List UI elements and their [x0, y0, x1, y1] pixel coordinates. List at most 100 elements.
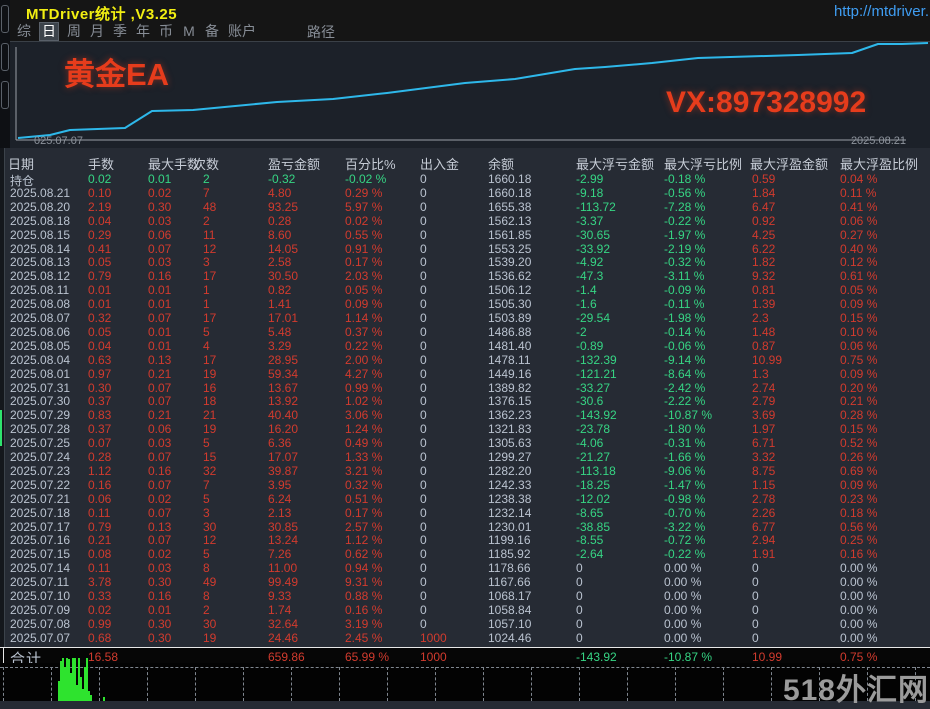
table-row[interactable]: 2025.07.23 1.12 0.16 32 39.87 3.21 % 0 1282.20 -… [0, 464, 930, 478]
menu-item-月[interactable]: 月 [90, 23, 104, 40]
table-cell: 0.16 [88, 477, 112, 492]
table-cell: 1.97 [752, 422, 776, 437]
table-cell: 30 [203, 519, 217, 534]
dock-handle-icon[interactable] [1, 81, 9, 109]
table-cell: 93.25 [268, 199, 299, 214]
table-cell: 0 [420, 394, 427, 409]
menu-item-备[interactable]: 备 [205, 23, 219, 40]
table-cell: 2 [203, 602, 210, 617]
table-cell: 2025.07.07 [10, 630, 71, 645]
table-row[interactable]: 2025.08.20 2.19 0.30 48 93.25 5.97 % 0 1655.38 -… [0, 200, 930, 214]
table-cell: 0.28 [268, 213, 292, 228]
table-row[interactable]: 2025.07.22 0.16 0.07 7 3.95 0.32 % 0 1242.33 -18… [0, 478, 930, 492]
table-cell: 15 [203, 450, 217, 464]
menu-item-M[interactable]: M [182, 23, 196, 40]
table-row[interactable]: 2025.07.10 0.33 0.16 8 9.33 0.88 % 0 1068.17 0 0.… [0, 589, 930, 603]
table-cell: 0.15 % [840, 311, 878, 325]
table-cell: -0.56 % [664, 185, 706, 200]
table-row[interactable]: 2025.08.12 0.79 0.16 17 30.50 2.03 % 0 1536.62 -… [0, 269, 930, 283]
table-cell: 0.03 [148, 213, 172, 228]
table-cell: 1660.18 [488, 172, 532, 186]
table-row[interactable]: 2025.08.15 0.29 0.06 11 8.60 0.55 % 0 1561.85 -3… [0, 228, 930, 242]
table-row[interactable]: 2025.07.08 0.99 0.30 30 32.64 3.19 % 0 1057.10 0… [0, 617, 930, 631]
table-cell: 0.06 [148, 227, 172, 242]
left-dock-strip [0, 0, 10, 148]
menu-item-年[interactable]: 年 [136, 23, 150, 40]
table-row[interactable]: 2025.07.14 0.11 0.03 8 11.00 0.94 % 0 1178.66 0 0… [0, 561, 930, 575]
table-row[interactable]: 2025.08.13 0.05 0.03 3 2.58 0.17 % 0 1539.20 -4.… [0, 255, 930, 269]
table-cell: 0 [420, 547, 427, 562]
table-cell: 0 [752, 616, 759, 631]
menu-item-综[interactable]: 综 [17, 23, 31, 40]
table-row[interactable]: 2025.08.18 0.04 0.03 2 0.28 0.02 % 0 1562.13 -3.… [0, 214, 930, 228]
table-cell: 24.46 [268, 630, 299, 645]
table-cell: 2025.07.24 [10, 450, 71, 464]
table-cell: 2025.08.13 [10, 255, 71, 270]
table-cell: 0.75 % [840, 352, 878, 367]
table-cell: -7.28 % [664, 199, 706, 214]
menu-item-币[interactable]: 币 [159, 23, 173, 40]
menu-item-账户[interactable]: 账户 [228, 23, 256, 40]
table-row[interactable]: 2025.08.05 0.04 0.01 4 3.29 0.22 % 0 1481.40 -0.… [0, 339, 930, 353]
table-cell: 0.99 [88, 616, 112, 631]
table-row[interactable]: 2025.08.06 0.05 0.01 5 5.48 0.37 % 0 1486.88 -2 -… [0, 325, 930, 339]
table-cell: 0.28 % [840, 408, 878, 423]
menu-item-季[interactable]: 季 [113, 23, 127, 40]
table-row[interactable]: 持仓 0.02 0.01 2 -0.32 -0.02 % 0 1660.18 -2.99 -0.1… [0, 172, 930, 188]
table-row[interactable]: 2025.07.17 0.79 0.13 30 30.85 2.57 % 0 1230.01 -… [0, 520, 930, 534]
menu-item-日[interactable]: 日 [39, 22, 59, 41]
table-cell: 0.21 [148, 408, 172, 423]
table-cell: 13.92 [268, 394, 299, 409]
table-cell: 0.11 [88, 505, 111, 520]
table-row[interactable]: 2025.07.15 0.08 0.02 5 7.26 0.62 % 0 1185.92 -2.… [0, 547, 930, 561]
table-row[interactable]: 2025.07.31 0.30 0.07 16 13.67 0.99 % 0 1389.82 -… [0, 381, 930, 395]
table-cell: 0 [420, 602, 427, 617]
table-cell: 1.91 [752, 547, 776, 562]
table-cell: 9.31 % [345, 575, 383, 590]
table-cell: 2025.08.05 [10, 338, 71, 353]
table-cell: 0.05 % [345, 283, 383, 298]
table-row[interactable]: 2025.07.16 0.21 0.07 12 13.24 1.12 % 0 1199.16 -… [0, 533, 930, 547]
table-row[interactable]: 2025.07.07 0.68 0.30 19 24.46 2.45 % 1000 1024.… [0, 631, 930, 645]
site-link[interactable]: http://mtdriver. [834, 3, 929, 20]
table-row[interactable]: 2025.07.29 0.83 0.21 21 40.40 3.06 % 0 1362.23 -… [0, 408, 930, 422]
table-row[interactable]: 2025.07.18 0.11 0.07 3 2.13 0.17 % 0 1232.14 -8.… [0, 506, 930, 520]
dock-handle-icon[interactable] [1, 43, 9, 71]
table-row[interactable]: 2025.07.11 3.78 0.30 49 99.49 9.31 % 0 1167.66 0… [0, 575, 930, 589]
table-cell: 0.20 % [840, 380, 878, 395]
table-row[interactable]: 2025.08.14 0.41 0.07 12 14.05 0.91 % 0 1553.25 -… [0, 242, 930, 256]
table-cell: 0.16 % [345, 602, 383, 617]
table-row[interactable]: 2025.07.30 0.37 0.07 18 13.92 1.02 % 0 1376.15 -… [0, 394, 930, 408]
table-cell: -18.25 [576, 477, 611, 492]
menu-item-周[interactable]: 周 [67, 23, 81, 40]
table-row[interactable]: 2025.07.21 0.06 0.02 5 6.24 0.51 % 0 1238.38 -12… [0, 492, 930, 506]
menu-item-path[interactable]: 路径 [307, 22, 335, 42]
table-row[interactable]: 2025.08.01 0.97 0.21 19 59.34 4.27 % 0 1449.16 -… [0, 367, 930, 381]
table-cell: 0.23 % [840, 491, 878, 506]
table-row[interactable]: 2025.08.07 0.32 0.07 17 17.01 1.14 % 0 1503.89 -… [0, 311, 930, 325]
table-cell: 0 [420, 366, 427, 381]
table-cell: 1.24 % [345, 422, 383, 437]
table-cell: 2025.08.20 [10, 199, 71, 214]
table-cell: 1481.40 [488, 338, 532, 353]
table-cell: 0.02 % [345, 213, 383, 228]
table-row[interactable]: 2025.07.25 0.07 0.03 5 6.36 0.49 % 0 1305.63 -4.… [0, 436, 930, 450]
table-row[interactable]: 2025.08.04 0.63 0.13 17 28.95 2.00 % 0 1478.11 -… [0, 353, 930, 367]
table-cell: 0.69 % [840, 463, 878, 478]
table-row[interactable]: 2025.08.08 0.01 0.01 1 1.41 0.09 % 0 1505.30 -1.… [0, 297, 930, 311]
grid-line [3, 667, 4, 701]
table-cell: 2025.07.30 [10, 394, 71, 409]
table-cell: 0.55 % [345, 227, 383, 242]
app-title: MTDriver统计 ,V3.25 [26, 6, 178, 23]
table-cell: 0.79 [88, 519, 112, 534]
table-row[interactable]: 2025.08.21 0.10 0.02 7 4.80 0.29 % 0 1660.18 -9.… [0, 186, 930, 200]
dock-handle-icon[interactable] [1, 5, 9, 33]
table-cell: 0.81 [752, 283, 776, 298]
table-cell: 0.02 [148, 491, 172, 506]
table-cell: -10.87 % [664, 408, 713, 423]
table-row[interactable]: 2025.07.09 0.02 0.01 2 1.74 0.16 % 0 1058.84 0 0.… [0, 603, 930, 617]
table-row[interactable]: 2025.07.24 0.28 0.07 15 17.07 1.33 % 0 1299.27 -… [0, 450, 930, 464]
table-row[interactable]: 2025.08.11 0.01 0.01 1 0.82 0.05 % 0 1506.12 -1.… [0, 283, 930, 297]
table-cell: 13.24 [268, 533, 299, 548]
table-row[interactable]: 2025.07.28 0.37 0.06 19 16.20 1.24 % 0 1321.83 -… [0, 422, 930, 436]
